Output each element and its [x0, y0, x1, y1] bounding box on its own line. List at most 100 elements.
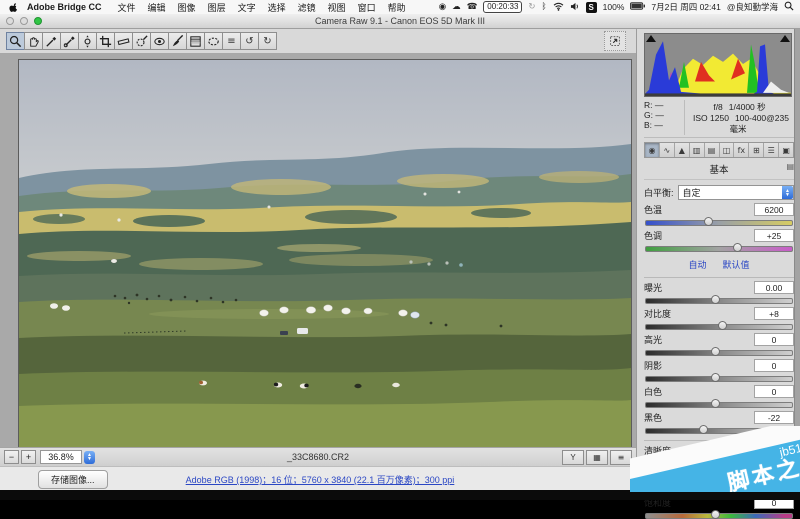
preferences-icon[interactable]: ≡ [222, 32, 241, 50]
menu-item[interactable]: 滤镜 [298, 3, 316, 13]
slider-value-field[interactable]: 0 [754, 333, 794, 346]
input-method-badge[interactable]: S [585, 1, 597, 13]
battery-icon [630, 2, 646, 12]
preview-settings-button[interactable]: ≡ [610, 449, 632, 465]
graduated-filter-icon[interactable] [186, 32, 205, 50]
slider-thumb[interactable] [718, 321, 728, 330]
slider-value-field[interactable]: +25 [754, 229, 794, 242]
slider-track[interactable] [645, 347, 793, 356]
radial-filter-icon[interactable] [204, 32, 223, 50]
auto-link[interactable]: 自动 [688, 258, 706, 271]
slider-thumb[interactable] [711, 295, 721, 304]
highlight-clipping-icon[interactable] [780, 35, 790, 42]
shadow-clipping-icon[interactable] [646, 35, 656, 42]
wifi-icon[interactable] [553, 2, 564, 13]
panel-tab-icon[interactable]: ▥ [689, 143, 705, 157]
panel-tab-icon[interactable]: ∿ [659, 143, 675, 157]
panel-flyout-menu-icon[interactable]: ▤ [786, 162, 794, 171]
recording-timer[interactable]: 00:20:33 [483, 1, 523, 13]
slider-track[interactable] [645, 321, 793, 330]
panel-tab-icon[interactable]: ◉ [645, 143, 660, 157]
slider-thumb[interactable] [711, 399, 721, 408]
slider-row: 曝光 0.00 [644, 281, 794, 304]
slider-value-field[interactable]: 0 [754, 385, 794, 398]
before-after-view-button[interactable]: ▦ [586, 449, 608, 465]
hand-tool-icon[interactable] [24, 32, 43, 50]
default-link[interactable]: 默认值 [723, 258, 750, 271]
slider-row: 高光 0 [644, 333, 794, 356]
slider-thumb[interactable] [711, 347, 721, 356]
panel-tab-icon[interactable]: ◫ [719, 143, 735, 157]
slider-thumb[interactable] [711, 510, 721, 519]
menu-item[interactable]: 图像 [178, 3, 196, 13]
menu-item[interactable]: 视图 [328, 3, 346, 13]
slider-thumb[interactable] [703, 217, 713, 226]
menu-item[interactable]: 图层 [208, 3, 226, 13]
panel-tab-icon[interactable]: ⊞ [749, 143, 765, 157]
adjustment-brush-icon[interactable] [168, 32, 187, 50]
slider-thumb[interactable] [711, 373, 721, 382]
slider-track[interactable] [645, 373, 793, 382]
user-account-label[interactable]: @良知勤学海 [727, 1, 778, 13]
record-status-icon[interactable]: ◉ [439, 2, 446, 12]
rotate-right-icon[interactable]: ↻ [258, 32, 277, 50]
adjustments-panel: R: — G: — B: — f/8 1/4000 秒 ISO 1250 100-4… [637, 29, 800, 519]
zoom-tool-icon[interactable] [6, 32, 25, 50]
slider-track[interactable] [645, 295, 793, 304]
preview-cycle-button[interactable]: Y [562, 449, 584, 465]
slider-track[interactable] [645, 399, 793, 408]
wb-links: 自动 默认值 [644, 258, 794, 271]
workflow-options-link[interactable]: Adobe RGB (1998)；16 位；5760 x 3840 (22.1 … [186, 475, 455, 485]
crop-tool-icon[interactable] [96, 32, 115, 50]
slider-track[interactable] [645, 243, 793, 252]
apple-menu-icon[interactable] [8, 2, 19, 13]
targeted-adjustment-icon[interactable] [78, 32, 97, 50]
slider-track[interactable] [645, 217, 793, 226]
panel-scrollbar[interactable] [794, 29, 800, 466]
spotlight-search-icon[interactable] [784, 1, 794, 13]
volume-icon[interactable] [570, 2, 580, 13]
slider-value-field[interactable]: 0 [754, 359, 794, 372]
white-balance-eyedropper-icon[interactable] [42, 32, 61, 50]
bluetooth-icon[interactable]: ᛒ [542, 2, 547, 12]
slider-value-field[interactable]: 0.00 [754, 281, 794, 294]
menu-item[interactable]: 文字 [238, 3, 256, 13]
slider-value-field[interactable]: -22 [754, 411, 794, 424]
panel-tab-icon[interactable]: fx [734, 143, 750, 157]
sync-icon[interactable]: ↻ [528, 2, 535, 12]
dialog-title-bar[interactable]: Camera Raw 9.1 - Canon EOS 5D Mark III [0, 14, 800, 29]
menu-item[interactable]: 文件 [118, 3, 136, 13]
shutter-value: 1/4000 秒 [728, 102, 766, 112]
slider-value-field[interactable]: 6200 [754, 203, 794, 216]
menu-bar-clock[interactable]: 7月2日 周四 02:41 [651, 1, 720, 13]
red-eye-icon[interactable] [150, 32, 169, 50]
slider-label: 对比度 [644, 309, 672, 319]
tone-slider-group: 曝光 0.00 对比度 +8 高光 0 阴影 0 白色 0 黑色 -22 [644, 281, 794, 434]
color-sampler-icon[interactable] [60, 32, 79, 50]
app-name[interactable]: Adobe Bridge CC [27, 2, 102, 12]
panel-tab-icon[interactable]: ☰ [764, 143, 780, 157]
panel-tab-icon[interactable]: ▤ [704, 143, 720, 157]
slider-thumb[interactable] [732, 243, 742, 252]
menu-item[interactable]: 编辑 [148, 3, 166, 13]
cloud-app-icon[interactable]: ☁ [452, 2, 461, 12]
histogram[interactable] [644, 33, 792, 97]
photo-canvas[interactable] [18, 59, 632, 449]
straighten-tool-icon[interactable] [114, 32, 133, 50]
slider-value-field[interactable]: +8 [754, 307, 794, 320]
aperture-value: f/8 [713, 102, 723, 112]
panel-tab-icon[interactable]: ▣ [779, 143, 794, 157]
phone-app-icon[interactable]: ☎ [467, 2, 478, 12]
toggle-fullscreen-icon[interactable] [604, 31, 626, 51]
panel-tab-icon[interactable]: ▲ [674, 143, 690, 157]
rotate-left-icon[interactable]: ↺ [240, 32, 259, 50]
menu-item[interactable]: 选择 [268, 3, 286, 13]
spot-removal-icon[interactable] [132, 32, 151, 50]
slider-track[interactable] [645, 510, 793, 519]
white-balance-stepper-icon[interactable]: ▲ ▼ [782, 186, 793, 199]
menu-item[interactable]: 帮助 [388, 3, 406, 13]
open-filename: _33C8680.CR2 [286, 452, 350, 462]
white-balance-select[interactable]: 自定 ▲ ▼ [677, 185, 794, 200]
menu-item[interactable]: 窗口 [358, 3, 376, 13]
r-value: — [654, 100, 664, 110]
